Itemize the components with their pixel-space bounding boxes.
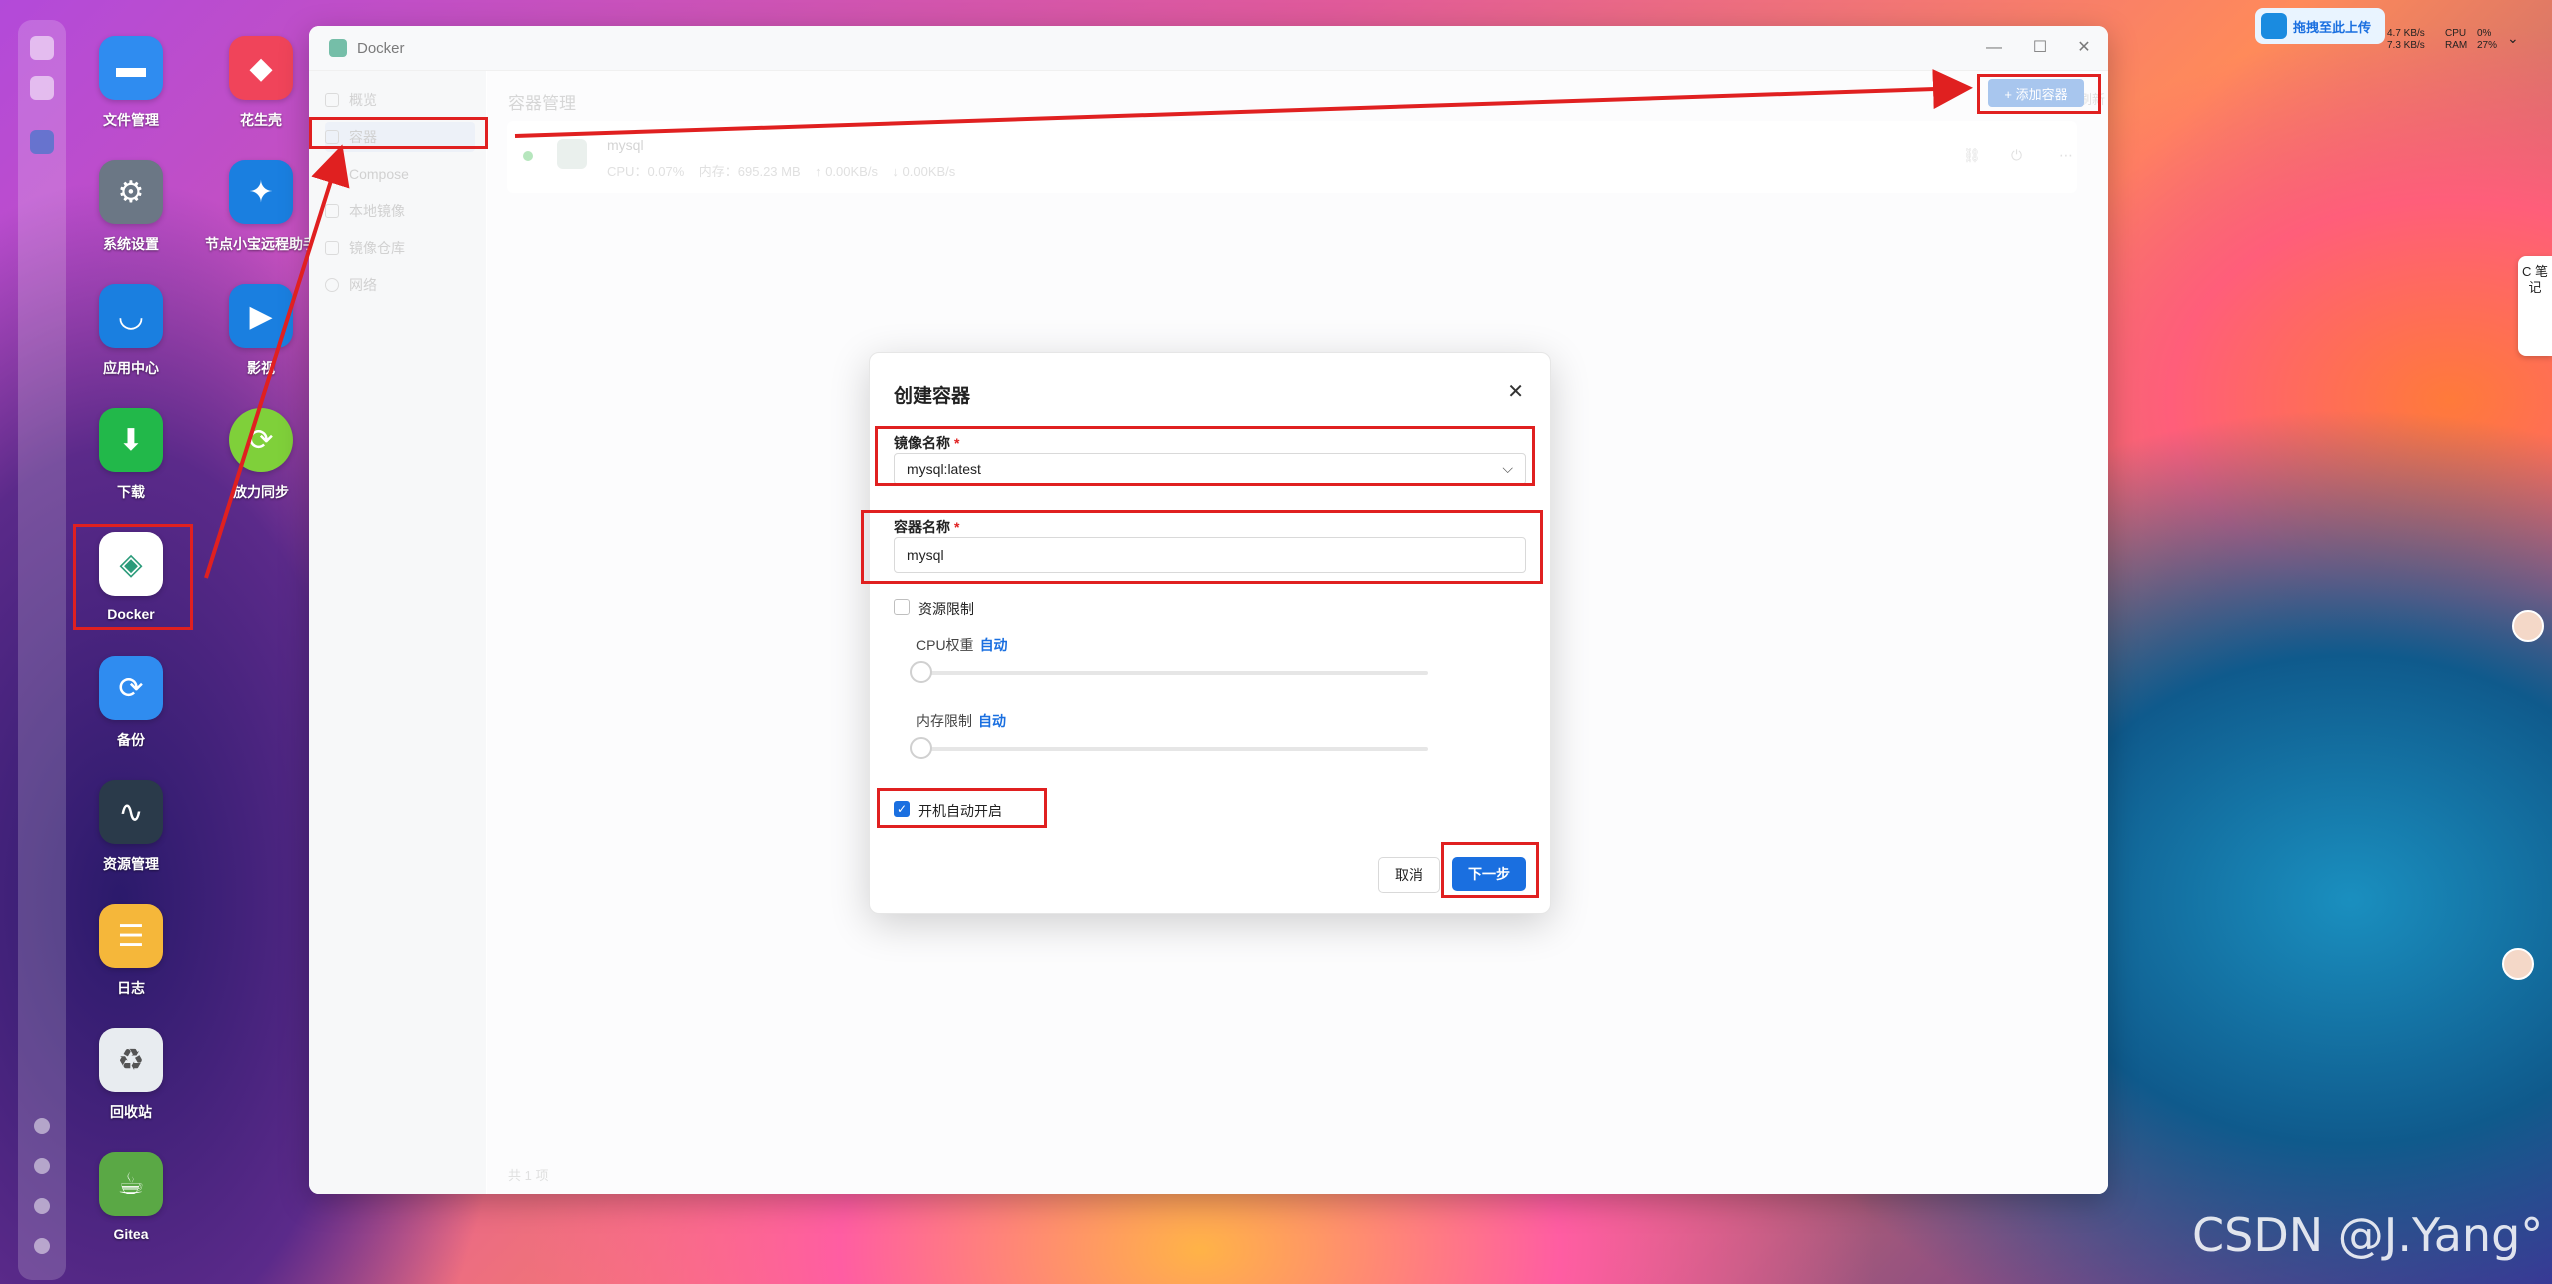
desktop-icon-logs[interactable]: ☰ 日志 — [56, 904, 206, 998]
cpu-weight-label: CPU权重 自动 — [916, 637, 1008, 653]
cloud-upload-icon — [2261, 13, 2287, 39]
user-icon[interactable] — [34, 1198, 50, 1214]
usage-values: 0% 27% — [2477, 28, 2498, 51]
resource-limit-checkbox[interactable] — [894, 599, 910, 615]
avatar[interactable] — [2502, 948, 2534, 980]
desktop-icon-recycle-bin[interactable]: ♻ 回收站 — [56, 1028, 206, 1122]
slider-handle[interactable] — [910, 737, 932, 759]
system-tray: 拖拽至此上传 4.7 KB/s 7.3 KB/s CPU RAM 0% 27% … — [2255, 8, 2535, 58]
node-icon: ✦ — [229, 160, 293, 224]
docker-icon: ◈ — [99, 532, 163, 596]
desktop-icon-app-center[interactable]: ◡ 应用中心 — [56, 284, 206, 378]
gear-icon: ⚙ — [99, 160, 163, 224]
recycle-icon: ♻ — [99, 1028, 163, 1092]
desktop-icon-docker[interactable]: ◈ Docker — [56, 532, 206, 622]
link-icon[interactable] — [34, 1118, 50, 1134]
desktop-icon-gitea[interactable]: ☕ Gitea — [56, 1152, 206, 1242]
chart-icon: ∿ — [99, 780, 163, 844]
watermark: CSDN @J.Yang° — [2192, 1208, 2544, 1262]
avatar[interactable] — [2512, 610, 2544, 642]
dialog-title: 创建容器 — [894, 386, 971, 407]
cancel-button[interactable]: 取消 — [1378, 857, 1440, 893]
backup-icon: ⟳ — [99, 656, 163, 720]
usage-labels: CPU RAM — [2445, 28, 2468, 51]
image-name-label: 镜像名称 * — [894, 435, 960, 451]
next-button[interactable]: 下一步 — [1452, 857, 1526, 891]
image-name-select[interactable]: mysql:latest ⌵ — [894, 453, 1526, 485]
docker-dock-icon[interactable] — [30, 130, 54, 154]
create-container-dialog: 创建容器 ✕ 镜像名称 * mysql:latest ⌵ 容器名称 * mysql … — [869, 352, 1551, 914]
autostart-checkbox[interactable]: ✓ — [894, 801, 910, 817]
folder-icon: ▬ — [99, 36, 163, 100]
add-container-button[interactable]: + 添加容器 — [1988, 79, 2084, 107]
container-name-label: 容器名称 * — [894, 519, 960, 535]
bell-icon[interactable] — [34, 1158, 50, 1174]
slider-handle[interactable] — [910, 661, 932, 683]
gitea-icon: ☕ — [99, 1152, 163, 1216]
close-icon[interactable]: ✕ — [1507, 379, 1524, 404]
chevron-down-icon: ⌵ — [1502, 460, 1513, 476]
expand-icon[interactable]: ⌄ — [2507, 31, 2519, 45]
sync-icon: ⟳ — [229, 408, 293, 472]
desktop-icon-resource-monitor[interactable]: ∿ 资源管理 — [56, 780, 206, 874]
log-icon: ☰ — [99, 904, 163, 968]
resource-limit-label: 资源限制 — [918, 601, 974, 617]
side-note-tab[interactable]: C 笔 记 — [2518, 256, 2552, 356]
desktop-icon-backup[interactable]: ⟳ 备份 — [56, 656, 206, 750]
cube-icon: ◆ — [229, 36, 293, 100]
net-speed: 4.7 KB/s 7.3 KB/s — [2387, 28, 2425, 51]
apps-icon[interactable] — [30, 76, 54, 100]
desktop-icon-files[interactable]: ▬ 文件管理 — [56, 36, 206, 130]
container-name-input[interactable]: mysql — [894, 537, 1526, 573]
desktop-icon-download[interactable]: ⬇ 下载 — [56, 408, 206, 502]
monitor-icon[interactable] — [30, 36, 54, 60]
desktop-icon-settings[interactable]: ⚙ 系统设置 — [56, 160, 206, 254]
store-icon: ◡ — [99, 284, 163, 348]
autostart-label: 开机自动开启 — [918, 803, 1002, 819]
gear-icon[interactable] — [34, 1238, 50, 1254]
download-icon: ⬇ — [99, 408, 163, 472]
upload-dropzone[interactable]: 拖拽至此上传 — [2255, 8, 2385, 44]
play-icon: ▶ — [229, 284, 293, 348]
mem-limit-slider[interactable] — [910, 737, 1428, 759]
cpu-weight-slider[interactable] — [910, 661, 1428, 683]
mem-limit-label: 内存限制 自动 — [916, 713, 1006, 729]
